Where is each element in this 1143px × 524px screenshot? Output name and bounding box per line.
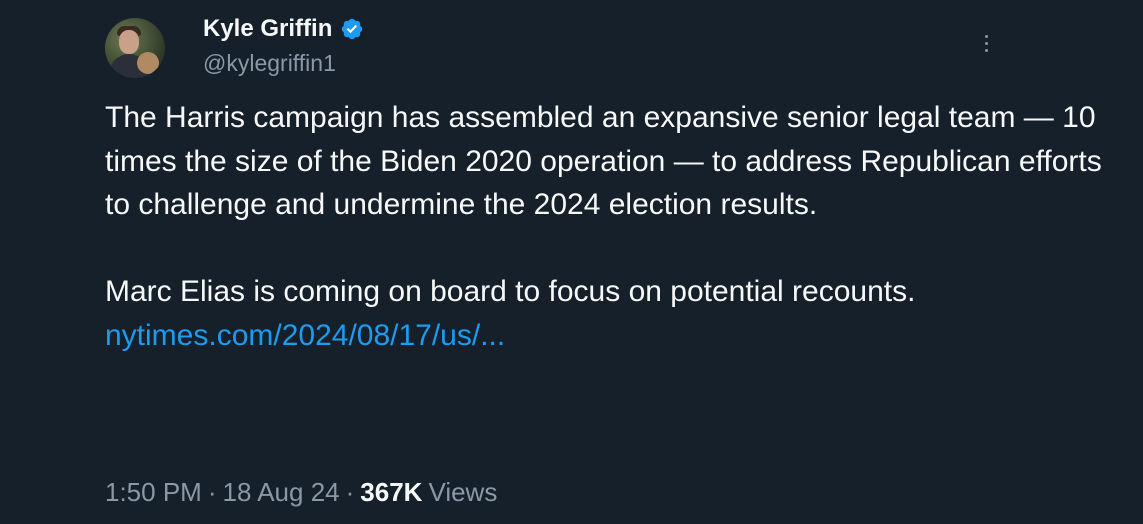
avatar-dog [137, 52, 159, 74]
meta-separator: · [345, 477, 355, 507]
more-options-icon[interactable] [974, 30, 998, 56]
author-name-row: Kyle Griffin [203, 13, 364, 45]
more-dot [984, 48, 988, 52]
avatar[interactable] [105, 18, 165, 78]
author-name[interactable]: Kyle Griffin [203, 13, 332, 45]
more-dot [984, 34, 988, 38]
avatar-face [119, 30, 139, 54]
tweet-date[interactable]: 18 Aug 24 [223, 474, 340, 510]
author-handle[interactable]: @kylegriffin1 [203, 48, 336, 78]
verified-badge-icon [342, 18, 363, 40]
more-dot [984, 41, 988, 45]
tweet-time[interactable]: 1:50 PM [105, 474, 202, 510]
views-count[interactable]: 367K [360, 474, 422, 510]
meta-separator: · [207, 477, 217, 507]
tweet-metadata: 1:50 PM · 18 Aug 24 · 367K Views [105, 474, 497, 510]
views-label: Views [428, 477, 498, 507]
tweet-paragraph-2: Marc Elias is coming on board to focus o… [105, 275, 916, 308]
tweet: Kyle Griffin @kylegriffin1 The Harris ca… [0, 0, 1143, 524]
article-link[interactable]: nytimes.com/2024/08/17/us/... [105, 319, 505, 352]
tweet-text: The Harris campaign has assembled an exp… [105, 96, 1115, 357]
tweet-paragraph-1: The Harris campaign has assembled an exp… [105, 101, 1102, 221]
